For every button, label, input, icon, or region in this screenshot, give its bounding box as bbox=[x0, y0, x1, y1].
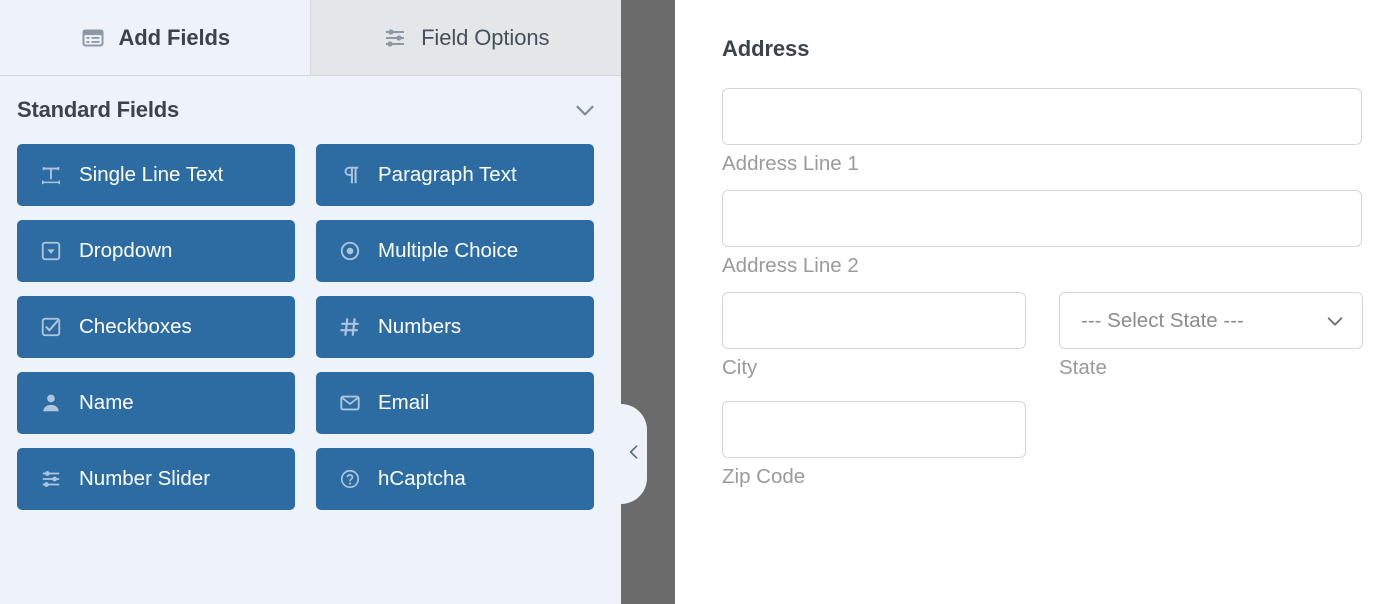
city-state-row: City --- Select State --- State bbox=[722, 292, 1363, 401]
address-line-1-sublabel: Address Line 1 bbox=[722, 152, 859, 175]
field-button-label: Multiple Choice bbox=[378, 239, 519, 262]
collapse-panel-button[interactable] bbox=[621, 404, 647, 504]
state-group: --- Select State --- State bbox=[1059, 292, 1363, 394]
zip-code-input[interactable] bbox=[722, 401, 1026, 458]
field-button-label: Single Line Text bbox=[79, 163, 224, 186]
address-line-2-group: Address Line 2 bbox=[722, 190, 1362, 278]
field-button-paragraph-text[interactable]: Paragraph Text bbox=[316, 144, 594, 206]
zip-code-group: Zip Code bbox=[722, 401, 1362, 489]
add-fields-panel: Add Fields Field Options Standard Fields… bbox=[0, 0, 621, 604]
field-button-dropdown[interactable]: Dropdown bbox=[17, 220, 295, 282]
text-width-icon bbox=[39, 163, 63, 187]
envelope-icon bbox=[338, 391, 362, 415]
city-input[interactable] bbox=[722, 292, 1026, 349]
chevron-left-icon bbox=[624, 442, 644, 467]
address-line-1-group: Address Line 1 bbox=[722, 88, 1362, 176]
panel-tabs: Add Fields Field Options bbox=[0, 0, 621, 76]
state-sublabel: State bbox=[1059, 356, 1107, 379]
state-select[interactable]: --- Select State --- bbox=[1059, 292, 1363, 349]
chevron-down-icon[interactable] bbox=[571, 96, 599, 124]
field-button-checkboxes[interactable]: Checkboxes bbox=[17, 296, 295, 358]
question-circle-icon bbox=[338, 467, 362, 491]
state-select-value: --- Select State --- bbox=[1081, 308, 1244, 332]
field-button-multiple-choice[interactable]: Multiple Choice bbox=[316, 220, 594, 282]
tab-field-options-label: Field Options bbox=[421, 24, 550, 50]
address-line-2-input[interactable] bbox=[722, 190, 1362, 247]
user-icon bbox=[39, 391, 63, 415]
list-icon bbox=[80, 25, 106, 51]
field-button-hcaptcha[interactable]: hCaptcha bbox=[316, 448, 594, 510]
field-button-label: Checkboxes bbox=[79, 315, 192, 338]
tab-add-fields[interactable]: Add Fields bbox=[0, 0, 311, 75]
sliders-icon bbox=[382, 25, 408, 51]
field-button-email[interactable]: Email bbox=[316, 372, 594, 434]
field-button-label: Number Slider bbox=[79, 467, 211, 490]
tab-add-fields-label: Add Fields bbox=[118, 24, 231, 50]
address-line-2-sublabel: Address Line 2 bbox=[722, 254, 859, 277]
check-square-icon bbox=[39, 315, 63, 339]
panel-divider bbox=[621, 0, 675, 604]
tab-field-options[interactable]: Field Options bbox=[310, 0, 621, 75]
city-sublabel: City bbox=[722, 356, 758, 379]
standard-fields-title: Standard Fields bbox=[17, 97, 180, 122]
sliders-icon bbox=[39, 467, 63, 491]
address-field-label: Address bbox=[722, 36, 810, 61]
field-button-label: Dropdown bbox=[79, 239, 173, 262]
city-group: City bbox=[722, 292, 1026, 394]
zip-code-sublabel: Zip Code bbox=[722, 465, 806, 488]
field-button-name[interactable]: Name bbox=[17, 372, 295, 434]
hashtag-icon bbox=[338, 315, 362, 339]
standard-fields-header[interactable]: Standard Fields bbox=[0, 76, 621, 144]
form-builder: Add Fields Field Options Standard Fields… bbox=[0, 0, 1400, 604]
radio-button-icon bbox=[338, 239, 362, 263]
field-button-single-line-text[interactable]: Single Line Text bbox=[17, 144, 295, 206]
chevron-down-icon bbox=[1324, 310, 1346, 332]
field-button-label: Numbers bbox=[378, 315, 462, 338]
field-button-label: Name bbox=[79, 391, 134, 414]
caret-square-down-icon bbox=[39, 239, 63, 263]
paragraph-icon bbox=[338, 163, 362, 187]
address-line-1-input[interactable] bbox=[722, 88, 1362, 145]
field-button-numbers[interactable]: Numbers bbox=[316, 296, 594, 358]
field-button-number-slider[interactable]: Number Slider bbox=[17, 448, 295, 510]
form-preview-panel: Address Address Line 1 Address Line 2 Ci… bbox=[675, 0, 1400, 604]
field-button-label: Paragraph Text bbox=[378, 163, 517, 186]
field-button-label: hCaptcha bbox=[378, 467, 466, 490]
field-button-label: Email bbox=[378, 391, 430, 414]
field-button-grid: Single Line Text Paragraph Text Dropdown… bbox=[0, 144, 621, 510]
